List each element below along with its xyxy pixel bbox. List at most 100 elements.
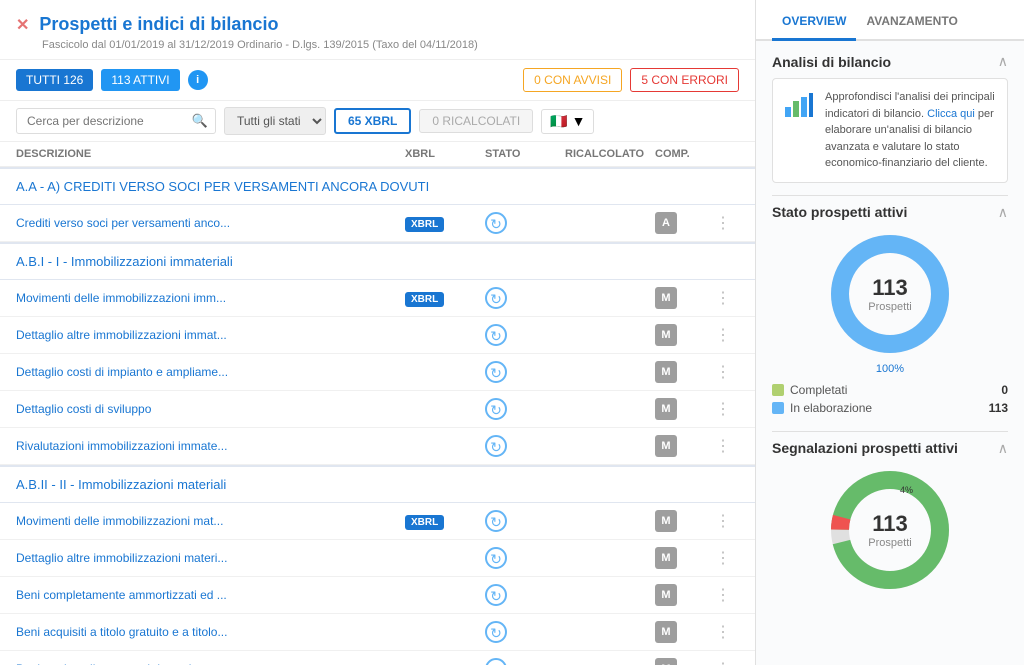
table-body: A.A - A) CREDITI VERSO SOCI PER VERSAMEN… [0, 167, 755, 665]
more-options-icon[interactable]: ⋮ [715, 436, 739, 456]
more-options-icon[interactable]: ⋮ [715, 659, 739, 665]
refresh-icon: ↻ [485, 324, 507, 346]
tab-overview[interactable]: OVERVIEW [772, 0, 856, 41]
flag-button[interactable]: 🇮🇹 ▼ [541, 109, 594, 134]
row-description[interactable]: Dettaglio costi di impianto e ampliame..… [16, 365, 405, 379]
stato-prospetti-title: Stato prospetti attivi [772, 204, 907, 220]
section-header: A.B.II - II - Immobilizzazioni materiali [0, 465, 755, 503]
stato-donut-number: 113 [868, 275, 911, 301]
right-panel: OVERVIEW AVANZAMENTO Analisi di bilancio… [756, 0, 1024, 665]
close-button[interactable]: ✕ [16, 15, 29, 35]
refresh-icon: ↻ [485, 658, 507, 665]
more-options-icon[interactable]: ⋮ [715, 362, 739, 382]
col-xbrl: XBRL [405, 148, 485, 160]
row-description[interactable]: Movimenti delle immobilizzazioni imm... [16, 291, 405, 305]
search-input[interactable] [16, 108, 216, 134]
col-comp: COMP. [655, 148, 715, 160]
table-row: Beni completamente ammortizzati ed ... ↻ M… [0, 577, 755, 614]
refresh-icon: ↻ [485, 212, 507, 234]
row-xbrl[interactable]: XBRL [405, 215, 485, 232]
row-comp: M [655, 398, 715, 420]
legend-val-elaborazione: 113 [989, 401, 1008, 415]
analisi-collapse[interactable]: ∧ [998, 53, 1008, 70]
segnalazioni-collapse[interactable]: ∧ [998, 440, 1008, 457]
col-ricalcolato: RICALCOLATO [565, 148, 655, 160]
row-description[interactable]: Dettaglio altre immobilizzazioni immat..… [16, 328, 405, 342]
btn-warning[interactable]: 0 CON AVVISI [523, 68, 622, 92]
row-description[interactable]: Dettaglio altre immobilizzazioni materi.… [16, 551, 405, 565]
more-options-icon[interactable]: ⋮ [715, 325, 739, 345]
more-options-icon[interactable]: ⋮ [715, 213, 739, 233]
btn-active[interactable]: 113 ATTIVI [101, 69, 179, 91]
row-comp: M [655, 435, 715, 457]
col-actions [715, 148, 739, 160]
page-title: Prospetti e indici di bilancio [39, 14, 278, 35]
filter-stati[interactable]: Tutti gli stati [224, 107, 326, 135]
comp-badge: A [655, 212, 677, 234]
row-description[interactable]: Beni completamente ammortizzati ed ... [16, 588, 405, 602]
table-row: Dettaglio costi di sviluppo↻M⋮ [0, 391, 755, 428]
row-description[interactable]: Crediti verso soci per versamenti anco..… [16, 216, 405, 230]
row-xbrl[interactable]: XBRL [405, 513, 485, 530]
row-comp: M [655, 584, 715, 606]
legend-color-elaborazione [772, 402, 784, 414]
analisi-title: Analisi di bilancio [772, 54, 891, 70]
row-description[interactable]: Rivalutazioni immobilizzazioni immate... [16, 439, 405, 453]
legend-name-elaborazione: In elaborazione [790, 401, 983, 415]
more-options-icon[interactable]: ⋮ [715, 622, 739, 642]
refresh-icon: ↻ [485, 435, 507, 457]
comp-badge: M [655, 658, 677, 665]
analisi-link[interactable]: Clicca qui [927, 108, 975, 120]
section-header: A.B.I - I - Immobilizzazioni immateriali [0, 242, 755, 280]
analisi-box: Approfondisci l'analisi dei principali i… [772, 78, 1008, 183]
table-row: Dettaglio altre immobilizzazioni materi.… [0, 540, 755, 577]
row-comp: M [655, 658, 715, 665]
row-stato: ↻ [485, 584, 565, 606]
row-description[interactable]: Beni acquisiti a titolo gratuito e a tit… [16, 625, 405, 639]
legend-name-completati: Completati [790, 383, 995, 397]
btn-xbrl[interactable]: 65 XBRL [334, 108, 411, 134]
comp-badge: M [655, 584, 677, 606]
legend-elaborazione: In elaborazione 113 [772, 401, 1008, 415]
tab-avanzamento[interactable]: AVANZAMENTO [856, 0, 967, 41]
row-xbrl[interactable]: XBRL [405, 290, 485, 307]
btn-ricalcolati[interactable]: 0 RICALCOLATI [419, 109, 533, 133]
chevron-down-icon: ▼ [572, 113, 586, 129]
table-row: Crediti verso soci per versamenti anco..… [0, 205, 755, 242]
stato-collapse[interactable]: ∧ [998, 204, 1008, 221]
btn-error[interactable]: 5 CON ERRORI [630, 68, 739, 92]
more-options-icon[interactable]: ⋮ [715, 288, 739, 308]
more-options-icon[interactable]: ⋮ [715, 585, 739, 605]
stato-donut-percent: 100% [876, 363, 904, 375]
comp-badge: M [655, 621, 677, 643]
stato-prospetti-section: Stato prospetti attivi ∧ 113 Prospetti 1… [756, 196, 1024, 431]
stato-legend: Completati 0 In elaborazione 113 [772, 383, 1008, 415]
refresh-icon: ↻ [485, 361, 507, 383]
refresh-icon: ↻ [485, 584, 507, 606]
btn-all[interactable]: TUTTI 126 [16, 69, 93, 91]
row-description[interactable]: Dettaglio costi di sviluppo [16, 402, 405, 416]
comp-badge: M [655, 547, 677, 569]
comp-badge: M [655, 510, 677, 532]
table-row: Dettaglio costi di impianto e ampliame..… [0, 354, 755, 391]
more-options-icon[interactable]: ⋮ [715, 511, 739, 531]
segnalazioni-donut-number: 113 [868, 511, 911, 537]
table-row: Beni acquisiti a titolo gratuito e a tit… [0, 614, 755, 651]
xbrl-badge: XBRL [405, 515, 444, 530]
row-comp: M [655, 510, 715, 532]
header: ✕ Prospetti e indici di bilancio Fascico… [0, 0, 755, 60]
table-row: Movimenti delle immobilizzazioni mat...X… [0, 503, 755, 540]
row-description[interactable]: Movimenti delle immobilizzazioni mat... [16, 514, 405, 528]
row-comp: M [655, 621, 715, 643]
refresh-icon: ↻ [485, 547, 507, 569]
segnalazioni-donut-label: Prospetti [868, 537, 911, 549]
row-comp: M [655, 547, 715, 569]
info-icon[interactable]: i [188, 70, 208, 90]
more-options-icon[interactable]: ⋮ [715, 548, 739, 568]
row-stato: ↻ [485, 547, 565, 569]
col-stato: STATO [485, 148, 565, 160]
more-options-icon[interactable]: ⋮ [715, 399, 739, 419]
analisi-section: Analisi di bilancio ∧ Approfondisci l'an… [756, 41, 1024, 195]
stato-donut-label: Prospetti [868, 301, 911, 313]
row-comp: M [655, 287, 715, 309]
